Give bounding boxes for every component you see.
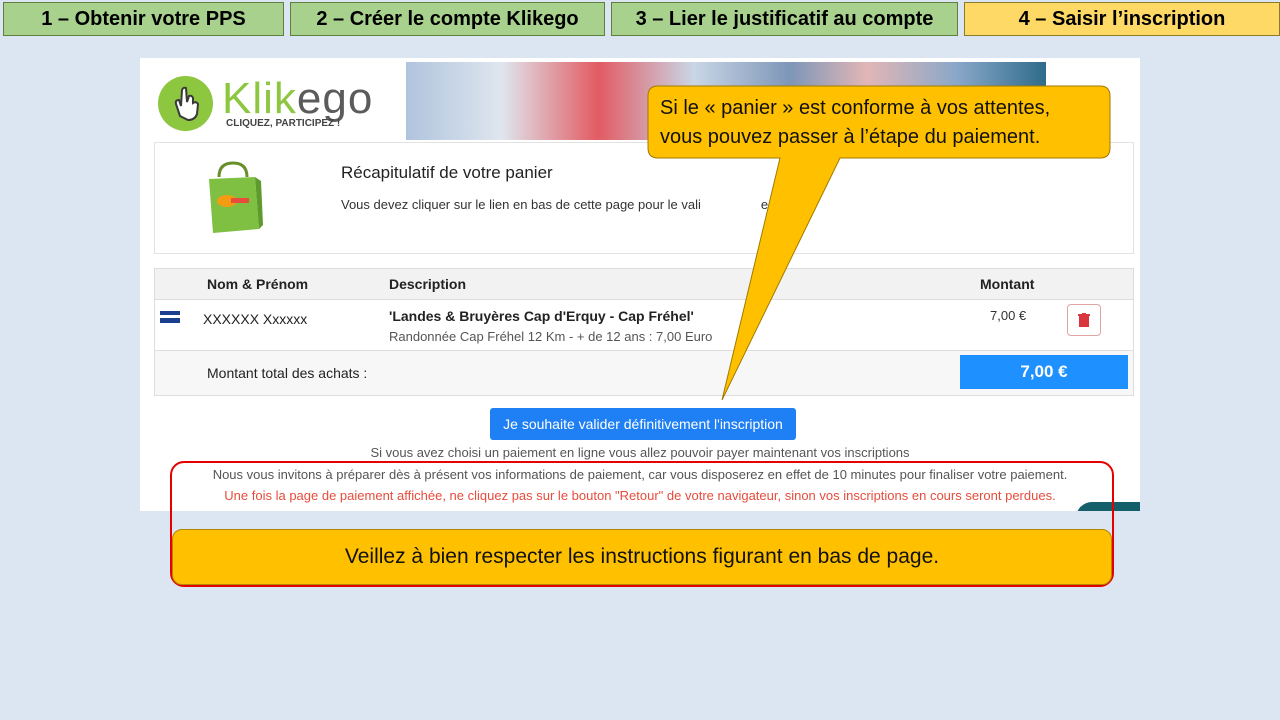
cart-callout-text: Si le « panier » est conforme à vos atte… (660, 97, 1051, 148)
instructions-callout: Veillez à bien respecter les instruction… (172, 529, 1112, 585)
